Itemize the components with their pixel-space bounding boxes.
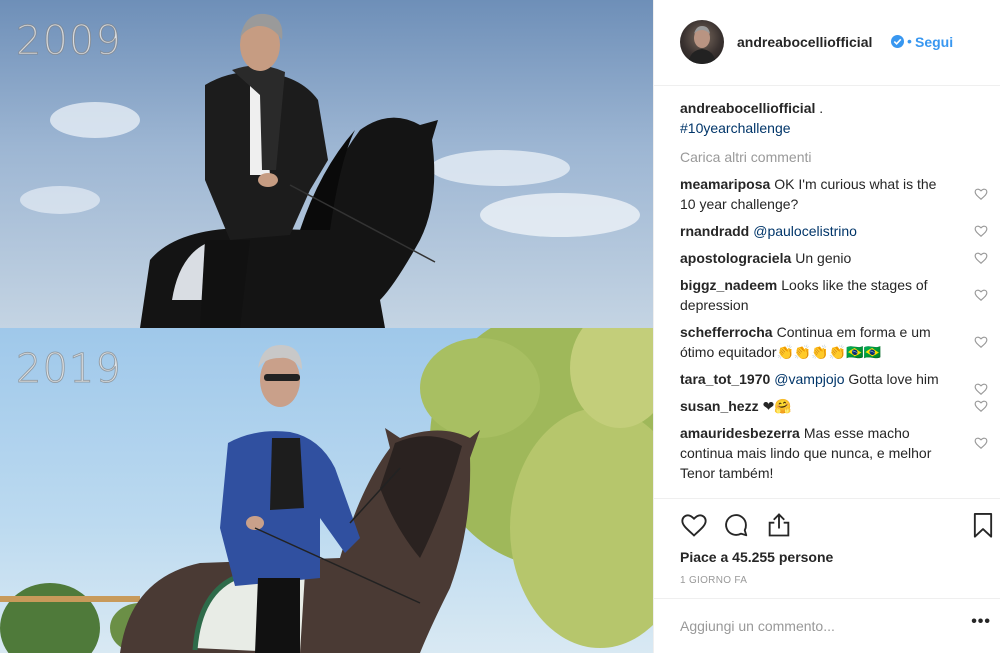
heart-icon[interactable] (974, 436, 988, 450)
comment-text: Gotta love him (848, 371, 939, 387)
comment-username[interactable]: tara_tot_1970 (680, 371, 770, 387)
caption-username[interactable]: andreabocelliofficial (680, 100, 815, 116)
year-label-top: 2009 (16, 18, 122, 65)
post-caption: andreabocelliofficial . #10yearchallenge (680, 98, 980, 138)
heart-icon[interactable] (974, 251, 988, 265)
comment-username[interactable]: schefferrocha (680, 324, 773, 340)
post-image[interactable]: 2009 2019 (0, 0, 653, 653)
load-more-comments-button[interactable]: Carica altri commenti (680, 147, 980, 167)
heart-icon[interactable] (974, 382, 988, 396)
year-label-bottom: 2019 (16, 346, 122, 393)
comment-text: Un genio (795, 250, 852, 266)
comment-username[interactable]: apostolograciela (680, 250, 791, 266)
post-actions: Piace a 45.255 persone 1 GIORNO FA (654, 498, 1000, 598)
comment-username[interactable]: amauridesbezerra (680, 425, 800, 441)
heart-icon[interactable] (974, 335, 988, 349)
separator-dot: • (907, 33, 912, 49)
comment-mention[interactable]: @paulocelistrino (753, 223, 857, 239)
comment-item: apostolograciela Un genio (680, 248, 988, 268)
comment-item: tara_tot_1970 @vampjojo Gotta love him (680, 369, 988, 396)
comment-text: ❤🤗 (762, 398, 792, 414)
comment-input[interactable] (680, 616, 940, 636)
follow-button[interactable]: Segui (915, 34, 953, 50)
comment-item: susan_hezz ❤🤗 (680, 396, 988, 416)
comment-item: rnandradd @paulocelistrino (680, 221, 988, 241)
comments-list: andreabocelliofficial . #10yearchallenge… (680, 98, 988, 483)
comment-mention[interactable]: @vampjojo (774, 371, 844, 387)
heart-icon[interactable] (974, 224, 988, 238)
post-sidebar: andreabocelliofficial • Segui andreaboce… (653, 0, 1000, 653)
comment-item: schefferrocha Continua em forma e um ótim… (680, 322, 988, 362)
caption-text: . (819, 100, 824, 116)
photo-2009: 2009 (0, 0, 653, 328)
comment-item: amauridesbezerra Mas esse macho continua … (680, 423, 988, 483)
photo-2019: 2019 (0, 328, 653, 653)
avatar[interactable] (680, 20, 724, 64)
heart-icon[interactable] (974, 187, 988, 201)
add-comment-bar: ••• (654, 598, 1000, 653)
verified-badge-icon (891, 35, 904, 48)
heart-icon[interactable] (974, 399, 988, 413)
share-icon[interactable] (765, 511, 793, 539)
comment-username[interactable]: rnandradd (680, 223, 749, 239)
header-username[interactable]: andreabocelliofficial (737, 34, 872, 50)
avatar-image (688, 26, 716, 64)
comment-username[interactable]: meamariposa (680, 176, 770, 192)
more-options-button[interactable]: ••• (971, 613, 991, 631)
post-timestamp[interactable]: 1 GIORNO FA (680, 575, 747, 586)
bookmark-icon[interactable] (969, 511, 997, 539)
post-header: andreabocelliofficial • Segui (654, 0, 1000, 86)
caption-hashtag[interactable]: #10yearchallenge (680, 120, 791, 136)
comment-item: biggz_nadeem Looks like the stages of dep… (680, 275, 988, 315)
comment-item: meamariposa OK I'm curious what is the 10… (680, 174, 988, 214)
like-heart-icon[interactable] (680, 511, 708, 539)
likes-count[interactable]: Piace a 45.255 persone (680, 549, 833, 565)
comment-username[interactable]: biggz_nadeem (680, 277, 777, 293)
comment-username[interactable]: susan_hezz (680, 398, 759, 414)
comment-bubble-icon[interactable] (722, 511, 750, 539)
heart-icon[interactable] (974, 288, 988, 302)
